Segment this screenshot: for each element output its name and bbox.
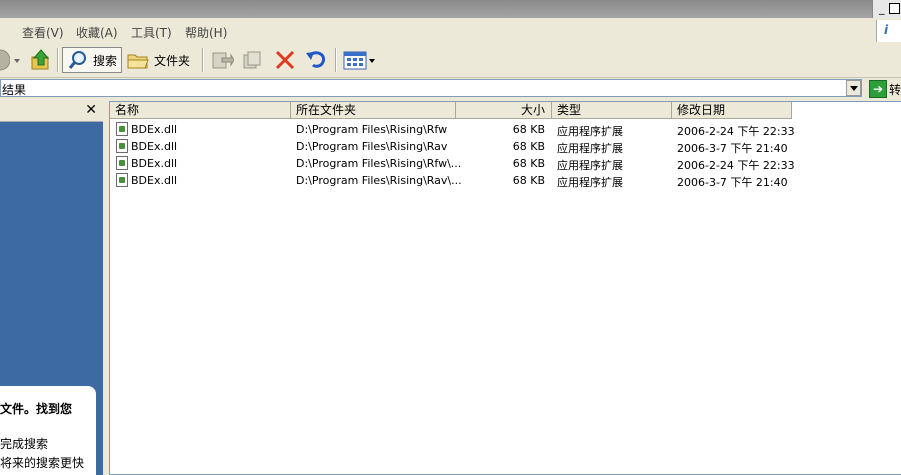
views-button[interactable] [342,47,376,73]
restore-button[interactable]: _ [872,0,901,18]
table-row[interactable]: BDEx.dll D:\Program Files\Rising\Rfw 68 … [110,121,900,138]
search-pane-header: ✕ [0,101,103,122]
dll-file-icon [116,122,128,136]
undo-icon [306,51,326,68]
table-row[interactable]: BDEx.dll D:\Program Files\Rising\Rfw\...… [110,155,900,172]
close-icon[interactable]: ✕ [85,102,97,118]
menu-help[interactable]: 帮助(H) [185,24,227,41]
column-header-name[interactable]: 名称 [110,102,291,119]
maximize-icon [889,3,900,14]
menu-tools[interactable]: 工具(T) [131,24,172,41]
file-size: 68 KB [512,157,545,170]
back-arrow-icon [0,49,10,71]
undo-button[interactable] [304,47,328,73]
search-icon [68,51,86,69]
file-folder: D:\Program Files\Rising\Rfw [296,123,448,136]
address-input[interactable]: 结果 [0,79,862,97]
results-list[interactable]: 名称 所在文件夹 大小 类型 修改日期 BDEx.dll D:\Program … [109,101,901,475]
folder-icon [127,54,149,69]
address-value: 结果 [2,83,27,97]
address-dropdown-button[interactable] [846,80,861,96]
folders-button[interactable]: 文件夹 [126,47,190,73]
column-header-folder[interactable]: 所在文件夹 [291,102,456,119]
faster-search-link[interactable]: 将来的搜索更快 [0,454,84,471]
move-to-button[interactable] [210,47,234,73]
file-modified: 2006-2-24 下午 22:33 [677,159,795,172]
file-folder: D:\Program Files\Rising\Rav\... [296,174,462,187]
dll-file-icon [116,139,128,153]
views-icon [343,51,375,70]
search-companion-pane: ✕ 文件。找到您 完成搜索 将来的搜索更快 [0,101,103,475]
file-folder: D:\Program Files\Rising\Rfw\... [296,157,462,170]
file-modified: 2006-3-7 下午 21:40 [677,176,788,189]
address-bar: 结果 ➔ 转 [0,78,901,100]
folders-button-label: 文件夹 [154,53,191,68]
menu-bar: 查看(V) 收藏(A) 工具(T) 帮助(H) [0,18,901,45]
go-button[interactable]: ➔ 转 [869,79,901,99]
dll-file-icon [116,156,128,170]
column-header-type[interactable]: 类型 [552,102,672,119]
finish-search-link[interactable]: 完成搜索 [0,435,48,452]
column-header-size[interactable]: 大小 [456,102,552,119]
windows-logo-icon: i [876,20,901,42]
up-folder-button[interactable] [30,47,52,73]
toolbar-separator [202,48,204,72]
delete-icon [275,50,295,70]
file-type: 应用程序扩展 [557,142,623,155]
copy-to-icon [243,51,261,69]
file-name: BDEx.dll [131,123,178,136]
file-size: 68 KB [512,140,545,153]
table-row[interactable]: BDEx.dll D:\Program Files\Rising\Rav\...… [110,172,900,189]
menu-view[interactable]: 查看(V) [22,24,64,41]
back-history-dropdown[interactable] [13,47,21,73]
search-pane-text: 文件。找到您 [0,402,73,416]
go-button-label: 转 [888,82,901,97]
delete-button[interactable] [273,47,297,73]
dll-file-icon [116,173,128,187]
go-arrow-icon: ➔ [869,80,887,98]
file-size: 68 KB [512,174,545,187]
back-button[interactable] [0,47,10,73]
toolbar: 搜索 文件夹 [0,44,901,78]
toolbar-separator [57,48,59,72]
file-type: 应用程序扩展 [557,125,623,138]
move-to-icon [212,52,234,69]
file-name: BDEx.dll [131,157,178,170]
toolbar-separator [335,48,337,72]
copy-to-button[interactable] [241,47,265,73]
chevron-down-icon [14,59,20,63]
file-name: BDEx.dll [131,140,178,153]
column-header-modified[interactable]: 修改日期 [672,102,792,119]
file-name: BDEx.dll [131,174,178,187]
file-modified: 2006-2-24 下午 22:33 [677,125,795,138]
file-size: 68 KB [512,123,545,136]
file-folder: D:\Program Files\Rising\Rav [296,140,448,153]
window-title-bar: _ [0,0,901,18]
folder-up-icon [31,49,50,70]
file-type: 应用程序扩展 [557,159,623,172]
file-modified: 2006-3-7 下午 21:40 [677,142,788,155]
menu-favorites[interactable]: 收藏(A) [76,24,118,41]
minimize-icon: _ [879,2,885,15]
search-button-label: 搜索 [93,53,118,68]
file-type: 应用程序扩展 [557,176,623,189]
search-pane-message: 文件。找到您 完成搜索 将来的搜索更快 [0,386,96,475]
table-row[interactable]: BDEx.dll D:\Program Files\Rising\Rav 68 … [110,138,900,155]
search-button[interactable]: 搜索 [62,47,122,73]
